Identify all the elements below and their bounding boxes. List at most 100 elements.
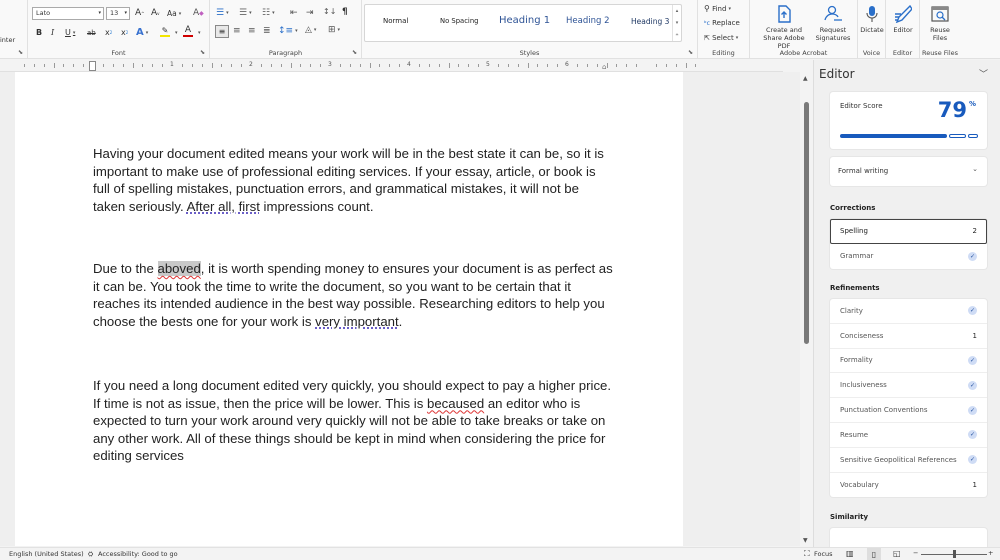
highlight-dropdown[interactable]: ▾ — [173, 30, 178, 36]
align-right-button[interactable]: ≡ — [248, 26, 256, 36]
refinement-suggestion[interactable]: very important — [315, 314, 399, 329]
editor-score-card[interactable]: Editor Score 79 % — [830, 92, 987, 149]
refinement-suggestion[interactable]: After all, first — [187, 199, 260, 214]
web-layout-icon[interactable]: ◱ — [893, 549, 901, 558]
accessibility-status[interactable]: Accessibility: Good to go — [98, 550, 178, 558]
format-painter-button[interactable]: inter — [0, 36, 15, 44]
superscript-button[interactable]: x2 — [121, 28, 128, 37]
styles-group-label: Styles — [519, 49, 540, 57]
style-no-spacing[interactable]: No Spacing — [440, 17, 478, 25]
similarity-card[interactable] — [830, 528, 987, 548]
font-color-dropdown[interactable]: ▾ — [196, 30, 201, 36]
print-layout-icon[interactable]: ▯ — [867, 548, 881, 560]
spelling-error[interactable]: becaused — [427, 396, 484, 411]
change-case-button[interactable]: Aa ▾ — [167, 9, 181, 18]
strikethrough-button[interactable]: ab — [87, 29, 96, 37]
document-page[interactable]: Having your document edited means your w… — [15, 72, 683, 546]
borders-button[interactable]: ⊞ ▾ — [328, 25, 340, 35]
font-size-select[interactable]: 13 ▾ — [106, 7, 130, 20]
clipboard-launcher-icon[interactable]: ⬊ — [18, 49, 23, 56]
read-mode-icon[interactable]: ▥ — [846, 549, 854, 558]
italic-button[interactable]: I — [51, 28, 54, 37]
refinement-punctuation-conventions[interactable]: Punctuation Conventions ✓ — [830, 398, 987, 423]
shrink-font-button[interactable]: Av — [151, 8, 160, 18]
scroll-down-arrow-icon[interactable]: ▼ — [803, 537, 808, 544]
right-indent-marker[interactable]: ⌂ — [602, 63, 606, 71]
more-styles-icon[interactable]: ⩡ — [676, 32, 679, 38]
horizontal-ruler[interactable]: 1 2 3 4 5 6 ⌂ — [0, 60, 783, 72]
ruler-tick — [369, 63, 371, 68]
ruler-tick — [478, 64, 480, 67]
justify-button[interactable]: ≣ — [263, 26, 271, 36]
paragraph-dialog-launcher-icon[interactable]: ⬊ — [352, 49, 357, 56]
reuse-files-button[interactable]: Reuse Files — [920, 4, 960, 42]
correction-grammar[interactable]: Grammar ✓ — [830, 244, 987, 269]
vertical-scrollbar[interactable]: ▲ ▼ — [800, 72, 814, 546]
replace-button[interactable]: ᵇc Replace — [704, 19, 740, 27]
clear-formatting-button[interactable]: A◆ — [193, 8, 204, 18]
align-left-button[interactable]: ≡ — [215, 25, 229, 38]
style-heading-2[interactable]: Heading 2 — [566, 16, 609, 26]
select-button[interactable]: ⇱ Select ▾ — [704, 34, 738, 42]
font-color-button[interactable]: A — [183, 25, 193, 37]
show-marks-button[interactable]: ¶ — [342, 7, 348, 17]
chevron-down-icon[interactable]: ﹀ — [979, 67, 988, 80]
scrollbar-thumb[interactable] — [804, 102, 809, 344]
scroll-down-icon[interactable]: ▾ — [676, 20, 679, 26]
multilevel-list-button[interactable]: ☷ ▾ — [262, 8, 275, 18]
correction-spelling[interactable]: Spelling 2 — [830, 219, 987, 244]
font-dialog-launcher-icon[interactable]: ⬊ — [200, 49, 205, 56]
zoom-out-button[interactable]: − — [913, 549, 918, 557]
refinement-vocabulary[interactable]: Vocabulary 1 — [830, 473, 987, 498]
spelling-error-selected[interactable]: aboved — [157, 261, 201, 276]
refinement-formality[interactable]: Formality ✓ — [830, 349, 987, 374]
refinement-inclusiveness[interactable]: Inclusiveness ✓ — [830, 373, 987, 399]
decrease-indent-button[interactable]: ⇤ — [290, 8, 298, 18]
bold-button[interactable]: B — [36, 28, 42, 37]
refinement-resume[interactable]: Resume ✓ — [830, 423, 987, 448]
ruler-tick — [73, 64, 75, 67]
paragraph-3[interactable]: If you need a long document edited very … — [93, 377, 613, 465]
language-status[interactable]: English (United States) — [9, 550, 84, 558]
zoom-slider-thumb[interactable] — [953, 550, 956, 558]
focus-button[interactable]: Focus — [814, 550, 833, 558]
align-center-button[interactable]: ≡ — [233, 26, 241, 36]
style-heading-1[interactable]: Heading 1 — [499, 15, 550, 26]
shading-button[interactable]: ◬ ▾ — [305, 25, 316, 35]
refinement-sensitive-geopolitical-references[interactable]: Sensitive Geopolitical References ✓ — [830, 448, 987, 473]
line-spacing-button[interactable]: ↕≡ ▾ — [278, 26, 298, 36]
increase-indent-button[interactable]: ⇥ — [306, 8, 314, 18]
zoom-in-button[interactable]: + — [988, 549, 993, 557]
editor-button[interactable]: Editor — [886, 4, 920, 34]
ruler-tick — [497, 64, 499, 67]
subscript-button[interactable]: x2 — [105, 28, 112, 37]
underline-button[interactable]: U ▾ — [65, 28, 75, 37]
writing-mode-dropdown[interactable]: Formal writing ⌄ — [830, 157, 987, 186]
font-name-select[interactable]: Lato ▾ — [32, 7, 104, 20]
grow-font-button[interactable]: A ^ — [135, 8, 145, 18]
ruler-tick — [636, 64, 638, 67]
checkmark-icon: ✓ — [968, 355, 977, 365]
refinements-heading: Refinements — [830, 284, 880, 292]
left-indent-marker[interactable] — [89, 61, 96, 71]
accessibility-icon: ⛭ — [88, 550, 94, 558]
create-share-pdf-button[interactable]: Create and Share Adobe PDF — [756, 4, 812, 50]
scroll-up-arrow-icon[interactable]: ▲ — [803, 75, 808, 82]
ruler-tick — [527, 63, 529, 68]
scroll-up-icon[interactable]: ▴ — [676, 8, 679, 14]
sort-button[interactable]: ↕↓ — [323, 7, 336, 16]
refinement-conciseness[interactable]: Conciseness 1 — [830, 324, 987, 349]
style-heading-3[interactable]: Heading 3 — [631, 17, 669, 26]
text-effects-button[interactable]: A ▾ — [136, 27, 148, 38]
refinement-clarity[interactable]: Clarity ✓ — [830, 299, 987, 324]
paragraph-2[interactable]: Due to the aboved, it is worth spending … — [93, 260, 613, 330]
bullets-button[interactable]: ☰ ▾ — [216, 8, 229, 18]
dictate-button[interactable]: Dictate — [858, 4, 886, 34]
numbering-button[interactable]: ☰ ▾ — [239, 8, 252, 18]
request-signatures-button[interactable]: Request Signatures — [813, 4, 853, 42]
style-normal[interactable]: Normal — [383, 17, 408, 25]
highlight-button[interactable]: ✎ — [160, 26, 170, 37]
styles-dialog-launcher-icon[interactable]: ⬊ — [688, 49, 693, 56]
paragraph-1[interactable]: Having your document edited means your w… — [93, 145, 613, 215]
find-button[interactable]: ⚲ Find ▾ — [704, 4, 731, 13]
